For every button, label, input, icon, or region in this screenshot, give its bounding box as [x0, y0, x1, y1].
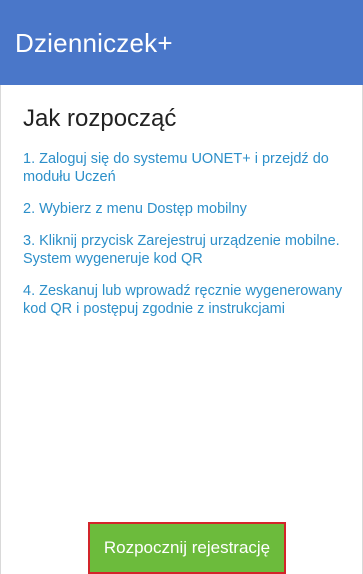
app-title: Dzienniczek+: [15, 28, 173, 58]
app-bar: Dzienniczek+: [0, 0, 363, 85]
instruction-list: 1. Zaloguj się do systemu UONET+ i przej…: [23, 150, 345, 332]
start-registration-label: Rozpocznij rejestrację: [103, 538, 271, 557]
start-registration-button[interactable]: Rozpocznij rejestrację: [88, 522, 286, 574]
instruction-step-2: 2. Wybierz z menu Dostęp mobilny: [23, 201, 247, 217]
page-heading: Jak rozpocząć: [23, 105, 177, 132]
instruction-step-4: 4. Zeskanuj lub wprowadź ręcznie wygener…: [23, 283, 343, 317]
instruction-step-3: 3. Kliknij przycisk Zarejestruj urządzen…: [23, 233, 340, 267]
main-content: Jak rozpocząć 1. Zaloguj się do systemu …: [0, 85, 363, 574]
instruction-step-1: 1. Zaloguj się do systemu UONET+ i przej…: [23, 151, 329, 185]
